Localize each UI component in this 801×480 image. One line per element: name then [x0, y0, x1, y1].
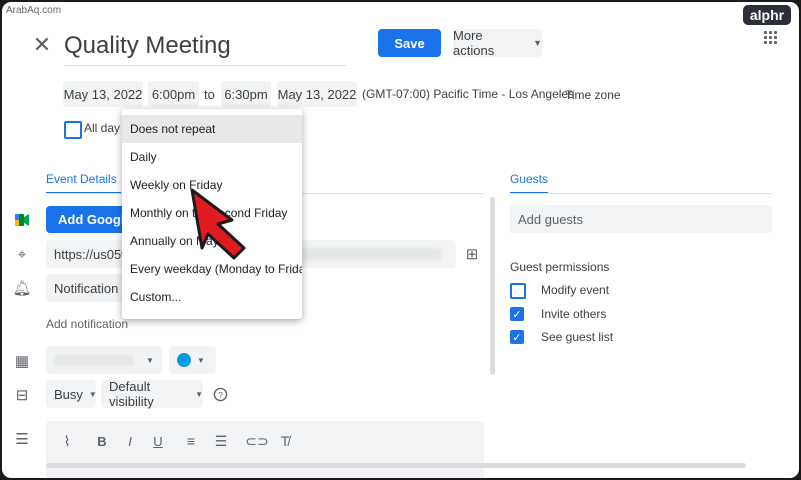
- bold-icon[interactable]: B: [93, 432, 111, 450]
- guest-permissions-title: Guest permissions: [510, 260, 610, 274]
- repeat-option-does-not-repeat[interactable]: Does not repeat: [122, 115, 302, 143]
- add-guests-input[interactable]: Add guests: [510, 205, 772, 233]
- event-color-swatch: [177, 353, 191, 367]
- timezone-label: (GMT-07:00) Pacific Time - Los Angeles: [362, 87, 575, 101]
- numbered-list-icon[interactable]: ≡: [182, 432, 200, 450]
- end-time-picker[interactable]: 6:30pm: [221, 81, 271, 107]
- timezone-link[interactable]: Time zone: [565, 88, 621, 102]
- attachment-icon[interactable]: ⌇: [58, 432, 76, 450]
- chevron-down-icon: ▼: [88, 389, 97, 399]
- event-color-select[interactable]: ▼: [169, 346, 216, 374]
- visibility-select[interactable]: Default visibility ▼: [101, 379, 203, 409]
- notification-select[interactable]: Notification ▼: [46, 274, 134, 302]
- more-actions-label: More actions: [453, 28, 495, 58]
- help-icon[interactable]: ?: [210, 384, 230, 404]
- link-icon[interactable]: ⊂⊃: [245, 432, 268, 450]
- description-icon: ☰: [15, 431, 29, 448]
- repeat-option-custom[interactable]: Custom...: [122, 283, 302, 311]
- busy-label: Busy: [54, 386, 83, 402]
- briefcase-icon: ⊟: [15, 387, 29, 404]
- watermark: ArabAq.com: [6, 5, 62, 16]
- to-label: to: [204, 87, 215, 102]
- bulleted-list-icon[interactable]: ☰: [212, 432, 230, 450]
- busy-select[interactable]: Busy ▼: [46, 380, 97, 408]
- start-date-picker[interactable]: May 13, 2022: [63, 81, 143, 107]
- all-day-checkbox[interactable]: [64, 121, 82, 139]
- add-guests-placeholder: Add guests: [518, 211, 584, 227]
- add-google-meet-button[interactable]: Add Google Meet video conferencing: [46, 206, 131, 233]
- map-icon[interactable]: ⊞: [462, 244, 482, 264]
- repeat-option-daily[interactable]: Daily: [122, 143, 302, 171]
- close-icon[interactable]: ✕: [32, 34, 52, 56]
- apps-grid-icon[interactable]: [764, 31, 778, 45]
- visibility-label: Default visibility: [109, 379, 154, 409]
- modify-event-label: Modify event: [541, 283, 610, 297]
- modify-event-checkbox[interactable]: [510, 283, 526, 299]
- horizontal-scrollbar[interactable]: [46, 463, 746, 468]
- underline-icon[interactable]: U: [149, 432, 167, 450]
- italic-icon[interactable]: I: [121, 432, 139, 450]
- add-notification-link[interactable]: Add notification: [46, 317, 128, 331]
- all-day-label: All day: [84, 121, 121, 135]
- event-title-input[interactable]: Quality Meeting: [64, 31, 346, 66]
- clear-formatting-icon[interactable]: T̸: [276, 432, 294, 450]
- tab-guests[interactable]: Guests: [510, 172, 548, 186]
- location-icon: ⌖: [17, 245, 27, 263]
- calendar-select[interactable]: ▼: [46, 346, 162, 374]
- chevron-down-icon: ▼: [195, 389, 203, 399]
- see-guest-list-checkbox[interactable]: ✓: [510, 330, 524, 344]
- more-actions-button[interactable]: More actions ▼: [453, 28, 542, 58]
- annotation-arrow-icon: [190, 188, 246, 260]
- svg-text:?: ?: [218, 389, 223, 399]
- tab-event-details[interactable]: Event Details: [46, 172, 117, 186]
- description-editor[interactable]: ⌇ B I U ≡ ☰ ⊂⊃ T̸: [46, 421, 484, 478]
- calendar-event-editor: ArabAq.com alphr ✕ Quality Meeting Save …: [2, 2, 799, 478]
- end-date-picker[interactable]: May 13, 2022: [277, 81, 357, 107]
- invite-others-label: Invite others: [541, 307, 607, 321]
- see-guest-list-label: See guest list: [541, 330, 614, 344]
- guests-divider: [510, 193, 772, 194]
- google-meet-icon: [12, 210, 32, 230]
- calendar-icon: ▦: [14, 353, 30, 370]
- invite-others-checkbox[interactable]: ✓: [510, 307, 524, 321]
- details-scrollbar[interactable]: [490, 197, 495, 375]
- notification-bell-icon: 🔔︎: [12, 280, 32, 297]
- chevron-down-icon: ▼: [146, 355, 154, 365]
- save-button[interactable]: Save: [378, 29, 441, 57]
- notification-label: Notification: [54, 280, 119, 296]
- start-time-picker[interactable]: 6:00pm: [148, 81, 199, 107]
- blurred-location: [302, 248, 442, 260]
- chevron-down-icon: ▼: [533, 38, 542, 48]
- chevron-down-icon: ▼: [197, 355, 205, 365]
- brand-logo: alphr: [743, 5, 791, 25]
- blurred-calendar-name: [54, 354, 134, 366]
